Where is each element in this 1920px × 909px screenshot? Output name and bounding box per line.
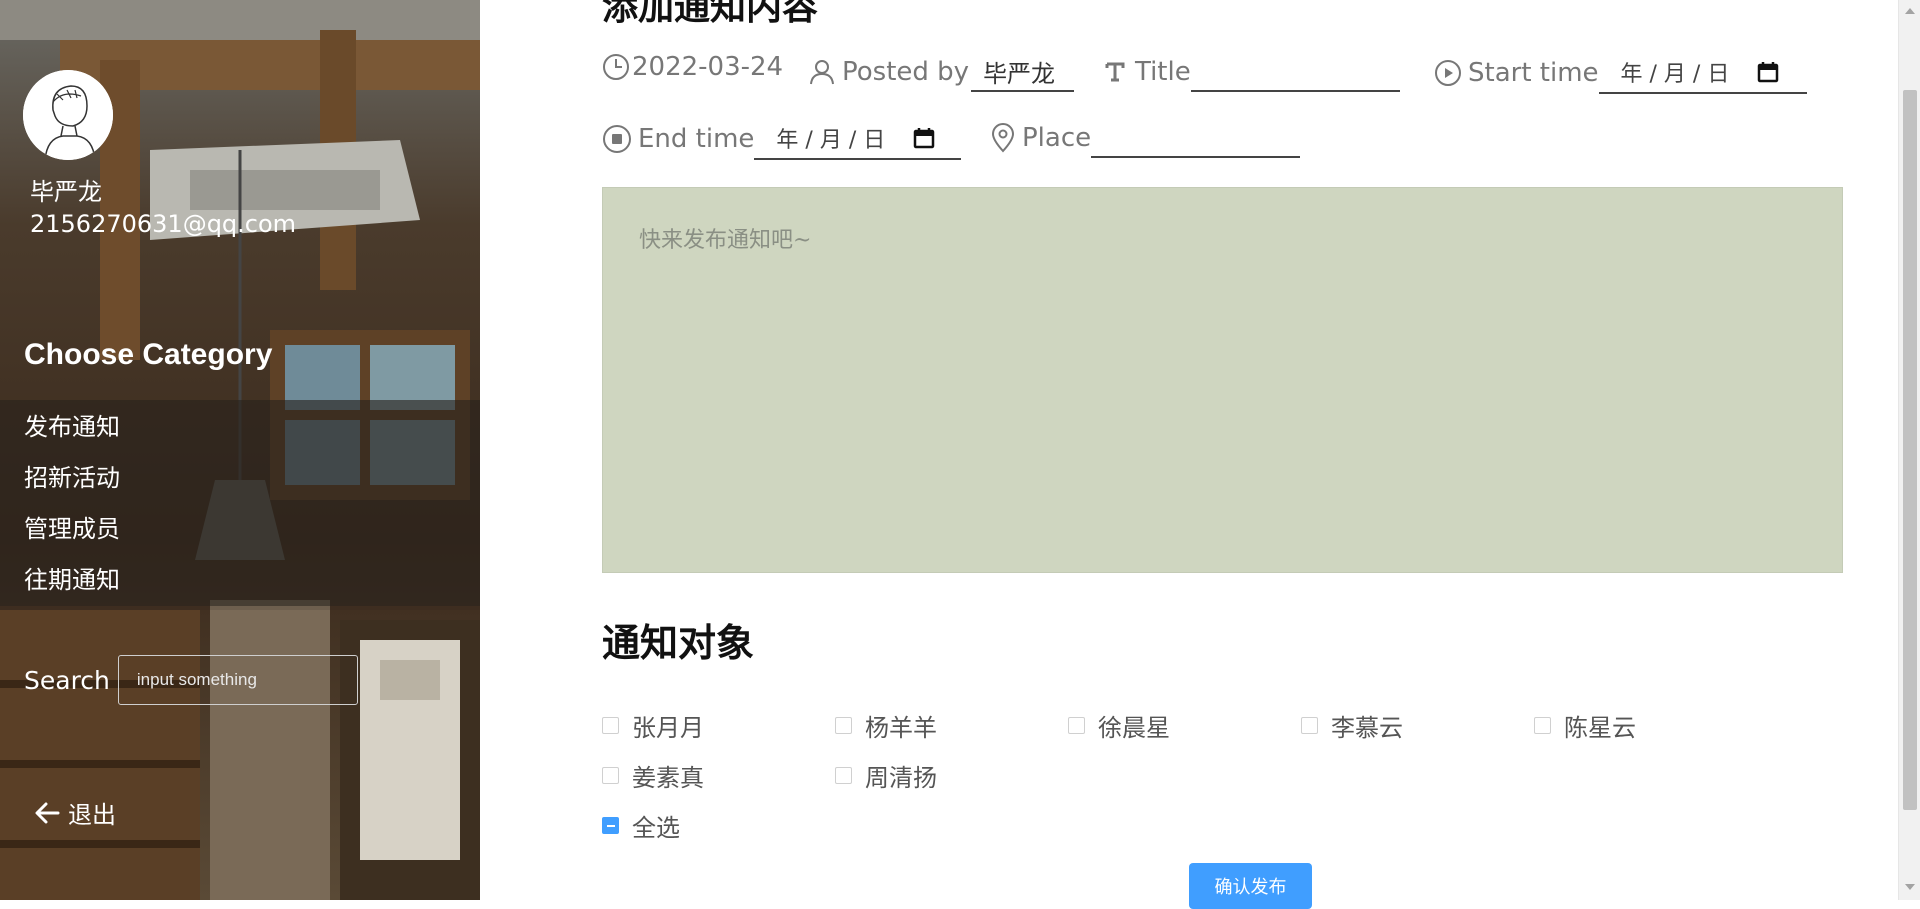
scroll-down-arrow-icon[interactable] [1905,884,1915,890]
posted-by-label: Posted by [842,57,970,87]
start-date-input[interactable]: 年 / 月 / 日 [1598,52,1807,94]
notice-content-textarea[interactable] [603,188,1842,572]
category-menu: 发布通知 招新活动 管理成员 往期通知 [0,400,480,606]
avatar-illustration [23,70,113,160]
category-title: Choose Category [24,338,273,371]
scroll-up-arrow-icon[interactable] [1905,8,1915,14]
menu-item-manage-members[interactable]: 管理成员 [0,512,480,563]
checkbox-box[interactable] [602,766,619,784]
location-pin-icon [991,123,1015,153]
recipient-name: 姜素真 [632,763,704,792]
recipient-name: 张月月 [632,713,704,742]
menu-item-publish-notice[interactable]: 发布通知 [0,410,480,461]
recipients-list: 张月月 杨羊羊 徐晨星 李慕云 陈星云 姜素真 周清扬 全选 [602,700,1802,850]
recipients-row: 张月月 杨羊羊 徐晨星 李慕云 陈星云 [602,700,1802,750]
recipient-name: 周清扬 [865,763,937,792]
sidebar: 毕严龙 2156270631@qq.com Choose Category 发布… [0,0,480,900]
user-avatar[interactable] [23,70,113,160]
scrollbar-thumb[interactable] [1903,90,1917,810]
checkbox-box[interactable] [1534,716,1551,734]
indeterminate-checkbox-icon[interactable] [602,816,619,834]
checkbox-box[interactable] [1301,716,1318,734]
user-icon [810,60,834,85]
calendar-icon[interactable] [913,127,935,149]
posted-by-field: Posted by [808,52,1075,92]
menu-item-past-notices[interactable]: 往期通知 [0,563,480,614]
search-label: Search [24,665,110,695]
posted-by-input[interactable] [971,52,1075,92]
text-title-icon [1105,62,1125,82]
search-row: Search [24,655,358,705]
calendar-icon[interactable] [1757,61,1779,83]
select-all-row: 全选 [602,800,1802,850]
recipients-row: 姜素真 周清扬 [602,750,1802,800]
date-value: 2022-03-24 [632,52,784,82]
checkbox-box[interactable] [835,766,852,784]
main-content: 添加通知内容 2022-03-24 Posted by Title Start … [480,0,1898,909]
date-field: 2022-03-24 [602,52,783,82]
title-label: Title [1135,57,1191,87]
start-time-label: Start time [1468,58,1599,88]
recipient-checkbox[interactable]: 陈星云 [1534,708,1767,743]
logout-button[interactable]: 退出 [34,795,116,830]
recipient-checkbox[interactable]: 李慕云 [1301,708,1534,743]
place-field: Place [990,118,1301,158]
end-date-input[interactable]: 年 / 月 / 日 [754,118,962,160]
select-all-checkbox[interactable]: 全选 [602,808,835,843]
arrow-left-icon [35,802,60,823]
menu-item-recruitment[interactable]: 招新活动 [0,461,480,512]
recipient-name: 陈星云 [1564,713,1636,742]
checkbox-box[interactable] [602,716,619,734]
title-field: Title [1101,52,1400,92]
checkbox-box[interactable] [1068,716,1085,734]
place-input[interactable] [1091,118,1301,158]
title-input[interactable] [1190,52,1400,92]
recipient-checkbox[interactable]: 杨羊羊 [835,708,1068,743]
stop-circle-icon [603,125,631,153]
checkbox-box[interactable] [835,716,852,734]
end-time-field: End time 年 / 月 / 日 [602,118,962,160]
start-time-field: Start time 年 / 月 / 日 [1434,52,1807,94]
play-circle-icon [1435,60,1461,86]
recipient-checkbox[interactable]: 徐晨星 [1068,708,1301,743]
form-heading: 添加通知内容 [602,0,819,28]
logout-label: 退出 [68,801,116,829]
place-label: Place [1022,123,1092,153]
confirm-publish-button[interactable]: 确认发布 [1189,863,1312,909]
clock-icon [603,54,629,80]
start-date-placeholder: 年 / 月 / 日 [1620,62,1730,87]
user-name: 毕严龙 [30,178,102,206]
recipient-checkbox[interactable]: 姜素真 [602,758,835,793]
recipient-name: 杨羊羊 [865,713,937,742]
end-date-placeholder: 年 / 月 / 日 [776,128,886,153]
recipients-heading: 通知对象 [602,621,755,665]
recipient-name: 李慕云 [1331,713,1403,742]
end-time-label: End time [638,124,755,154]
page-scrollbar[interactable] [1898,0,1920,900]
recipient-checkbox[interactable]: 周清扬 [835,758,1068,793]
recipient-checkbox[interactable]: 张月月 [602,708,835,743]
search-input[interactable] [117,655,358,705]
select-all-label: 全选 [632,813,680,842]
recipient-name: 徐晨星 [1098,713,1170,742]
notice-content-editor [602,187,1843,573]
user-email: 2156270631@qq.com [30,210,297,238]
